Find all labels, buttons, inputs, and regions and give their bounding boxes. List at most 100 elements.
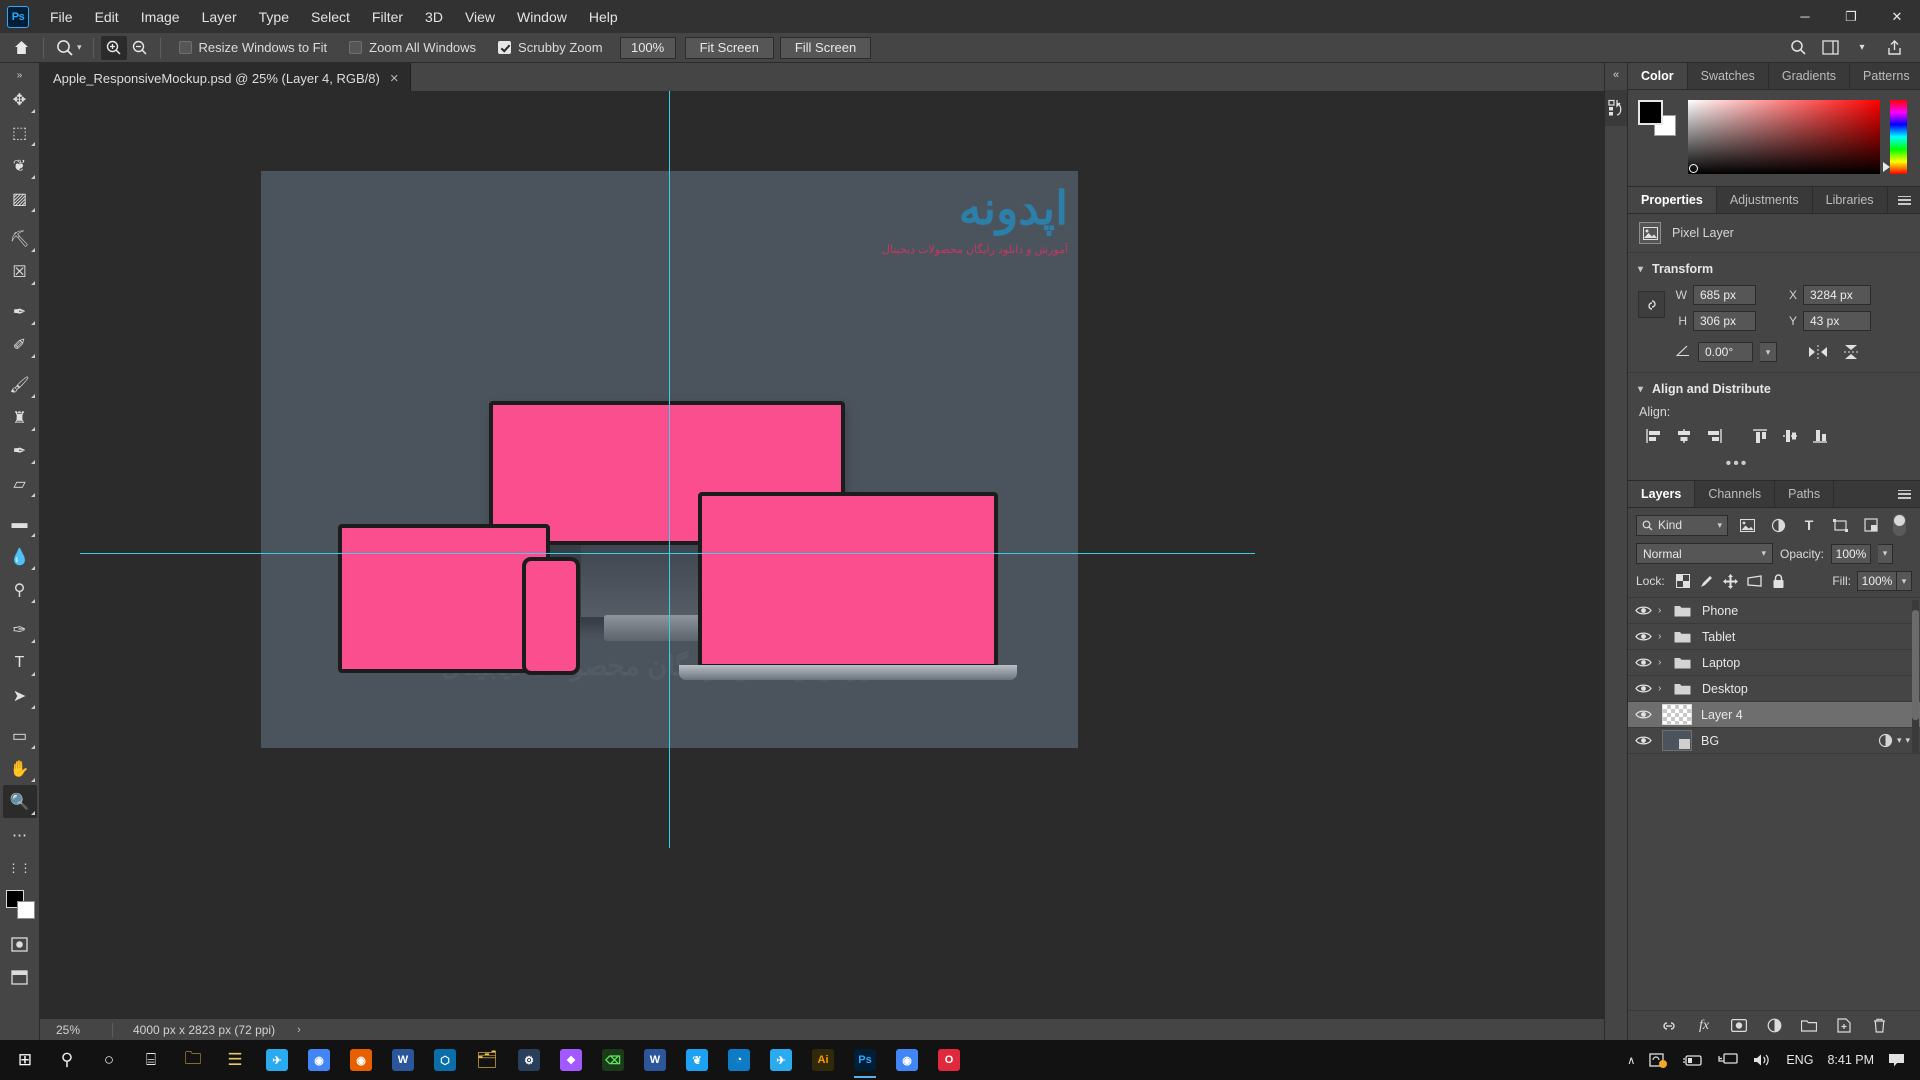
lasso-tool[interactable]: ❦ (3, 149, 37, 182)
tab-channels[interactable]: Channels (1695, 481, 1776, 507)
shape-filter-icon[interactable] (1828, 515, 1852, 536)
lock-all-icon[interactable] (1768, 571, 1790, 591)
x-input[interactable]: 3284 px (1803, 285, 1871, 305)
chrome-icon[interactable]: ◉ (298, 1040, 340, 1080)
layer-visibility-icon[interactable] (1628, 631, 1658, 642)
close-icon[interactable]: × (390, 71, 399, 86)
document-tab[interactable]: Apple_ResponsiveMockup.psd @ 25% (Layer … (40, 63, 411, 91)
eyedropper-tool[interactable]: ✒ (3, 295, 37, 328)
menu-item-edit[interactable]: Edit (84, 4, 130, 30)
foreground-color-swatch[interactable] (1638, 100, 1663, 125)
type-filter-icon[interactable]: T (1797, 515, 1821, 536)
menu-item-view[interactable]: View (454, 4, 506, 30)
edit-toolbar-button[interactable]: ⋮⋮ (3, 851, 37, 884)
angle-input[interactable]: 0.00° (1698, 342, 1753, 362)
layer-visibility-icon[interactable] (1628, 605, 1658, 616)
delete-layer-icon[interactable] (1870, 1017, 1888, 1035)
align-horizontal-centers-icon[interactable] (1669, 425, 1699, 447)
steam-icon[interactable]: ⚙ (508, 1040, 550, 1080)
start-button[interactable]: ⊞ (4, 1040, 46, 1080)
edge-icon[interactable]: ◔ (718, 1040, 760, 1080)
zoom-out-icon[interactable] (127, 36, 153, 60)
smartobject-filter-icon[interactable] (1859, 515, 1883, 536)
dodge-tool[interactable]: ⚲ (3, 573, 37, 606)
firefox-icon[interactable]: ◉ (340, 1040, 382, 1080)
tool-collapse-icon[interactable]: » (3, 67, 37, 83)
layer-visibility-icon[interactable] (1628, 709, 1658, 720)
resize-windows-to-fit-checkbox[interactable]: Resize Windows to Fit (168, 40, 339, 55)
align-more-options[interactable]: ••• (1628, 453, 1846, 480)
collapse-panels-icon[interactable]: « (1613, 63, 1619, 87)
chevron-down-icon[interactable]: ▾ (77, 42, 82, 53)
chevron-down-icon[interactable]: ▾ (1760, 342, 1777, 362)
twitter-icon[interactable]: ❦ (676, 1040, 718, 1080)
screen-mode-button[interactable] (3, 961, 37, 994)
chevron-right-icon[interactable]: › (1658, 605, 1672, 616)
tab-properties[interactable]: Properties (1628, 187, 1717, 213)
align-top-edges-icon[interactable] (1745, 425, 1775, 447)
chevron-down-icon[interactable]: ▾ (1848, 36, 1876, 60)
layer-list[interactable]: › Phone › Tablet › Laptop › Desktop Layer 4 BG ▾ ▾ (1628, 598, 1920, 1010)
spot-healing-brush-tool[interactable]: ✐ (3, 328, 37, 361)
home-icon[interactable] (6, 36, 36, 60)
layer-row[interactable]: › Phone (1628, 598, 1920, 624)
y-input[interactable]: 43 px (1803, 311, 1871, 331)
status-zoom-level[interactable]: 25% (40, 1023, 112, 1037)
move-tool[interactable]: ✥ (3, 83, 37, 116)
layer-visibility-icon[interactable] (1628, 735, 1658, 746)
new-group-icon[interactable] (1800, 1017, 1818, 1035)
lock-image-pixels-icon[interactable] (1696, 571, 1718, 591)
tab-adjustments[interactable]: Adjustments (1717, 187, 1813, 213)
scrubby-zoom-checkbox[interactable]: Scrubby Zoom (487, 40, 614, 55)
chevron-down-icon[interactable]: ▾ (1878, 543, 1894, 564)
layer-mask-icon[interactable] (1730, 1017, 1748, 1035)
network-icon[interactable] (1711, 1040, 1745, 1080)
chrome2-icon[interactable]: ◉ (886, 1040, 928, 1080)
align-vertical-centers-icon[interactable] (1775, 425, 1805, 447)
minimize-button[interactable]: ─ (1782, 0, 1828, 33)
chevron-down-icon[interactable]: ▾ (1638, 264, 1643, 275)
horizontal-guide[interactable] (80, 553, 1255, 554)
telegram-alt-icon[interactable]: ✈ (256, 1040, 298, 1080)
layer-effects-indicator[interactable]: ▾ ▾ (1878, 733, 1910, 748)
eraser-tool[interactable]: ▱ (3, 467, 37, 500)
flip-vertical-icon[interactable] (1838, 342, 1864, 362)
align-section-header[interactable]: ▾ Align and Distribute (1628, 372, 1920, 403)
layer-visibility-icon[interactable] (1628, 683, 1658, 694)
zoom-tool[interactable]: 🔍 (2, 785, 37, 818)
pen-tool[interactable]: ✑ (3, 613, 37, 646)
pixel-filter-icon[interactable] (1735, 515, 1759, 536)
chevron-down-icon[interactable]: ▾ (1897, 571, 1912, 591)
gradient-tool[interactable]: ▬ (3, 507, 37, 540)
rectangular-marquee-tool[interactable]: ⬚ (3, 116, 37, 149)
rectangle-tool[interactable]: ▭ (3, 719, 37, 752)
tab-libraries[interactable]: Libraries (1813, 187, 1888, 213)
type-tool[interactable]: T (3, 646, 37, 679)
align-right-edges-icon[interactable] (1699, 425, 1729, 447)
notification-icon[interactable] (1881, 1040, 1912, 1080)
height-input[interactable]: 306 px (1693, 311, 1756, 331)
background-color-swatch[interactable] (16, 901, 35, 919)
transform-section-header[interactable]: ▾ Transform (1628, 253, 1920, 283)
object-selection-tool[interactable]: ▨ (3, 182, 37, 215)
task-view-icon[interactable]: ⌸ (130, 1040, 172, 1080)
share-icon[interactable] (1880, 36, 1908, 60)
adjustment-filter-icon[interactable] (1766, 515, 1790, 536)
cortana-icon[interactable]: ○ (88, 1040, 130, 1080)
layer-style-icon[interactable]: fx (1695, 1017, 1713, 1035)
status-expand-icon[interactable]: › (275, 1024, 301, 1036)
tab-color[interactable]: Color (1628, 63, 1688, 89)
chevron-down-icon[interactable]: ▾ (1638, 384, 1643, 395)
link-dimensions-button[interactable] (1638, 291, 1665, 318)
chevron-right-icon[interactable]: › (1658, 657, 1672, 668)
panel-menu-icon[interactable] (1889, 187, 1920, 213)
color-swatches[interactable] (3, 888, 37, 922)
menu-item-help[interactable]: Help (578, 4, 629, 30)
explorer2-icon[interactable]: 🗂 (466, 1040, 508, 1080)
battery-icon[interactable] (1675, 1040, 1711, 1080)
layer-row[interactable]: › Tablet (1628, 624, 1920, 650)
layer-row[interactable]: › Desktop (1628, 676, 1920, 702)
history-icon[interactable] (1604, 90, 1628, 126)
layer-row[interactable]: BG ▾ ▾ (1628, 728, 1920, 754)
menu-item-image[interactable]: Image (130, 4, 191, 30)
